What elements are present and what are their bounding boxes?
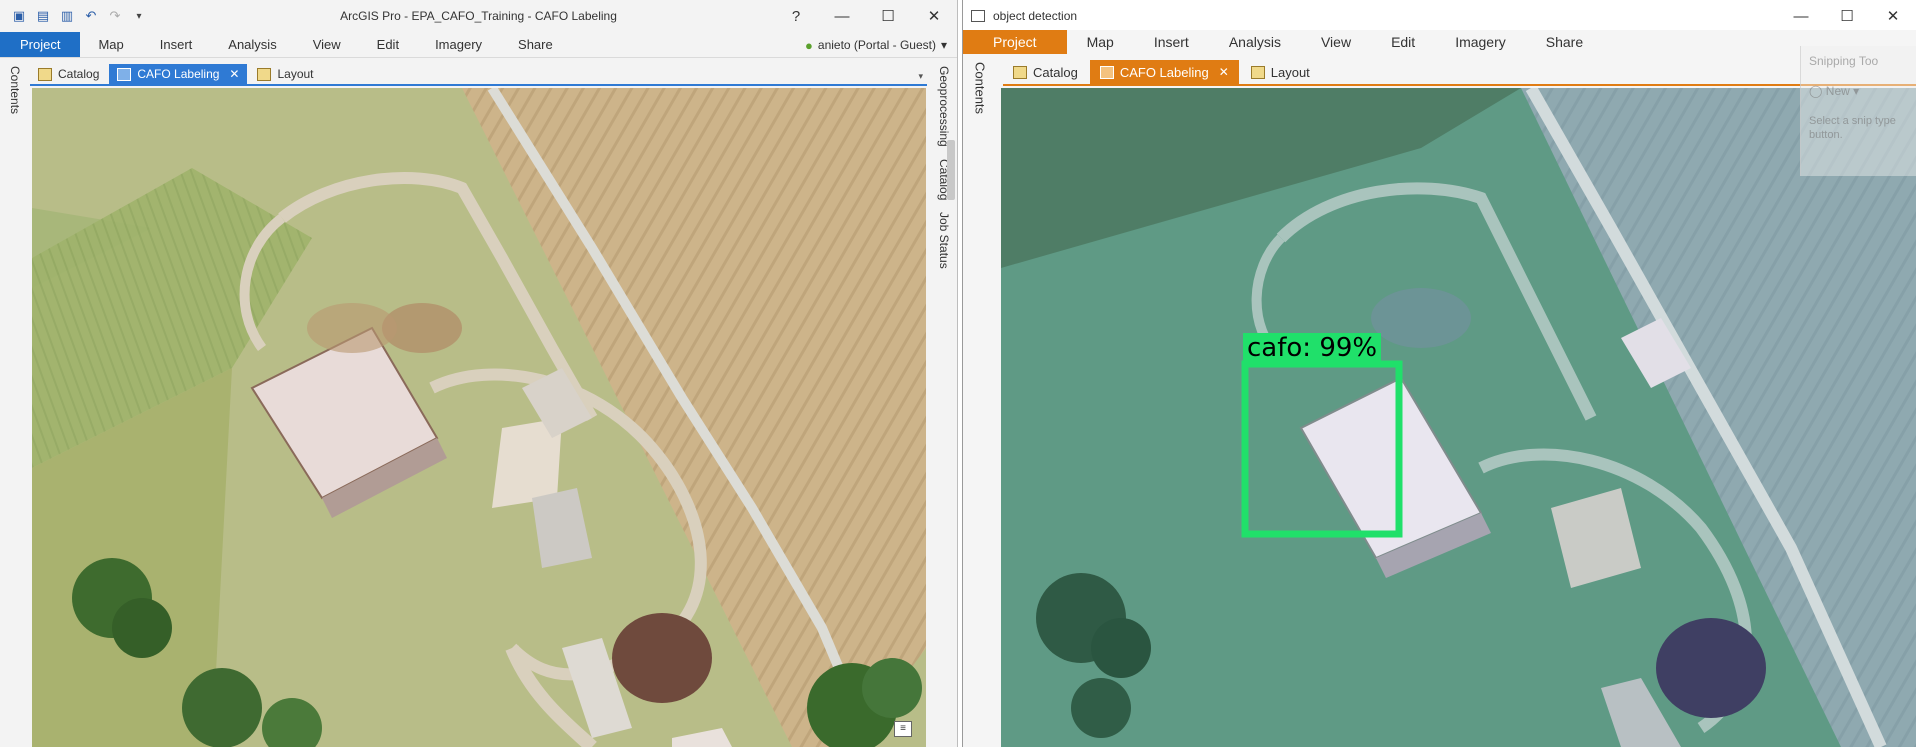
- catalog-icon: [1013, 65, 1027, 79]
- view-tab-cafo-labeling[interactable]: CAFO Labeling ✕: [109, 64, 248, 84]
- view-tabs: Catalog CAFO Labeling ✕ Layout ▾: [30, 64, 927, 86]
- close-button[interactable]: ✕: [1870, 0, 1916, 32]
- view-tab-label: Catalog: [58, 67, 100, 81]
- tab-insert[interactable]: Insert: [142, 32, 211, 57]
- new-project-icon[interactable]: ▣: [10, 7, 28, 25]
- minimize-button[interactable]: —: [819, 0, 865, 32]
- arcgis-pro-window-left: ▣ ▤ ▥ ↶ ↷ ▾ ArcGIS Pro - EPA_CAFO_Traini…: [0, 0, 958, 747]
- ribbon-tabs: Project Map Insert Analysis View Edit Im…: [0, 32, 957, 58]
- snipping-tool-new-button[interactable]: ◯ New ▾: [1809, 84, 1908, 98]
- view-tab-label: CAFO Labeling: [1119, 64, 1209, 80]
- detection-label: cafo: 99%: [1243, 333, 1382, 363]
- view-tab-label: Catalog: [1033, 64, 1078, 80]
- view-tab-label: Layout: [1270, 64, 1310, 80]
- notes-icon[interactable]: ≡: [894, 721, 912, 737]
- title-bar: ▣ ▤ ▥ ↶ ↷ ▾ ArcGIS Pro - EPA_CAFO_Traini…: [0, 0, 957, 32]
- tab-edit[interactable]: Edit: [1371, 30, 1435, 54]
- maximize-button[interactable]: ☐: [1824, 0, 1870, 32]
- view-tab-label: Layout: [277, 67, 314, 81]
- layout-icon: [1250, 65, 1265, 79]
- geoprocessing-pane-tab[interactable]: Geoprocessing: [937, 60, 951, 153]
- quick-access-toolbar: ▣ ▤ ▥ ↶ ↷ ▾: [0, 7, 148, 25]
- contents-pane-tab[interactable]: Contents: [973, 56, 988, 120]
- tabs-dropdown-icon[interactable]: ▾: [918, 71, 923, 82]
- chevron-down-icon: ▾: [940, 38, 947, 52]
- tab-map[interactable]: Map: [1067, 30, 1134, 54]
- account-name: anieto (Portal - Guest): [817, 38, 936, 52]
- left-dock-pane: Contents: [967, 56, 993, 120]
- tab-edit[interactable]: Edit: [359, 32, 417, 57]
- map-icon: [117, 67, 132, 81]
- contents-pane-tab[interactable]: Contents: [8, 60, 22, 120]
- tab-share[interactable]: Share: [1526, 30, 1603, 54]
- maximize-button[interactable]: ☐: [865, 0, 911, 32]
- map-icon: [1099, 65, 1114, 79]
- tab-view[interactable]: View: [295, 32, 359, 57]
- view-tab-layout[interactable]: Layout: [249, 64, 321, 84]
- snipping-tool-hint: Select a snip type button.: [1809, 115, 1896, 141]
- detection-map-view[interactable]: cafo: 99%: [1001, 88, 1916, 747]
- view-tabs: Catalog CAFO Labeling ✕ Layout: [1003, 60, 1916, 86]
- new-label: New: [1825, 84, 1850, 98]
- undo-icon[interactable]: ↶: [82, 7, 100, 25]
- window-controls: ? — ☐ ✕: [773, 0, 957, 32]
- view-tab-catalog[interactable]: Catalog: [30, 64, 107, 84]
- snipping-tool-title: Snipping Too: [1809, 54, 1879, 68]
- view-tab-layout[interactable]: Layout: [1241, 60, 1320, 84]
- aerial-imagery-detection: [1001, 88, 1916, 747]
- object-detection-window: object detection — ☐ ✕ Project Map Inser…: [962, 0, 1916, 747]
- map-view[interactable]: ≡: [32, 88, 926, 747]
- close-tab-icon[interactable]: ✕: [229, 67, 239, 81]
- tab-analysis[interactable]: Analysis: [210, 32, 294, 57]
- close-button[interactable]: ✕: [911, 0, 957, 32]
- tab-share[interactable]: Share: [500, 32, 571, 57]
- tab-analysis[interactable]: Analysis: [1209, 30, 1301, 54]
- layout-icon: [257, 67, 272, 81]
- tab-project[interactable]: Project: [963, 30, 1067, 54]
- tab-insert[interactable]: Insert: [1134, 30, 1209, 54]
- catalog-icon: [38, 67, 52, 81]
- job-status-pane-tab[interactable]: Job Status: [937, 206, 951, 275]
- view-tab-cafo-labeling[interactable]: CAFO Labeling ✕: [1089, 60, 1239, 84]
- open-project-icon[interactable]: ▤: [34, 7, 52, 25]
- customize-toolbar-icon[interactable]: ▾: [130, 7, 148, 25]
- help-button[interactable]: ?: [773, 0, 819, 32]
- new-snip-icon: ◯: [1809, 84, 1823, 98]
- save-project-icon[interactable]: ▥: [58, 7, 76, 25]
- chevron-down-icon: ▾: [1853, 84, 1860, 98]
- snipping-tool-overlay: Snipping Too ◯ New ▾ Select a snip type …: [1800, 46, 1916, 176]
- title-bar: object detection — ☐ ✕: [963, 0, 1916, 32]
- minimize-button[interactable]: —: [1778, 0, 1824, 32]
- ribbon-tabs: Project Map Insert Analysis View Edit Im…: [963, 30, 1916, 54]
- view-tab-catalog[interactable]: Catalog: [1003, 60, 1088, 84]
- app-icon: [971, 9, 985, 22]
- vertical-scrollbar[interactable]: [947, 140, 955, 200]
- window-controls: — ☐ ✕: [1778, 0, 1916, 32]
- tab-imagery[interactable]: Imagery: [1435, 30, 1526, 54]
- tab-project[interactable]: Project: [0, 32, 81, 57]
- left-dock-pane: Contents: [4, 60, 26, 120]
- close-tab-icon[interactable]: ✕: [1219, 65, 1229, 79]
- aerial-imagery: [32, 88, 926, 747]
- tab-imagery[interactable]: Imagery: [417, 32, 500, 57]
- user-icon: ●: [805, 37, 813, 53]
- view-tab-label: CAFO Labeling: [137, 67, 220, 81]
- redo-icon[interactable]: ↷: [106, 7, 124, 25]
- tab-map[interactable]: Map: [80, 32, 141, 57]
- account-menu[interactable]: ● anieto (Portal - Guest) ▾: [805, 32, 947, 58]
- tab-view[interactable]: View: [1301, 30, 1371, 54]
- window-title: object detection: [993, 8, 1078, 23]
